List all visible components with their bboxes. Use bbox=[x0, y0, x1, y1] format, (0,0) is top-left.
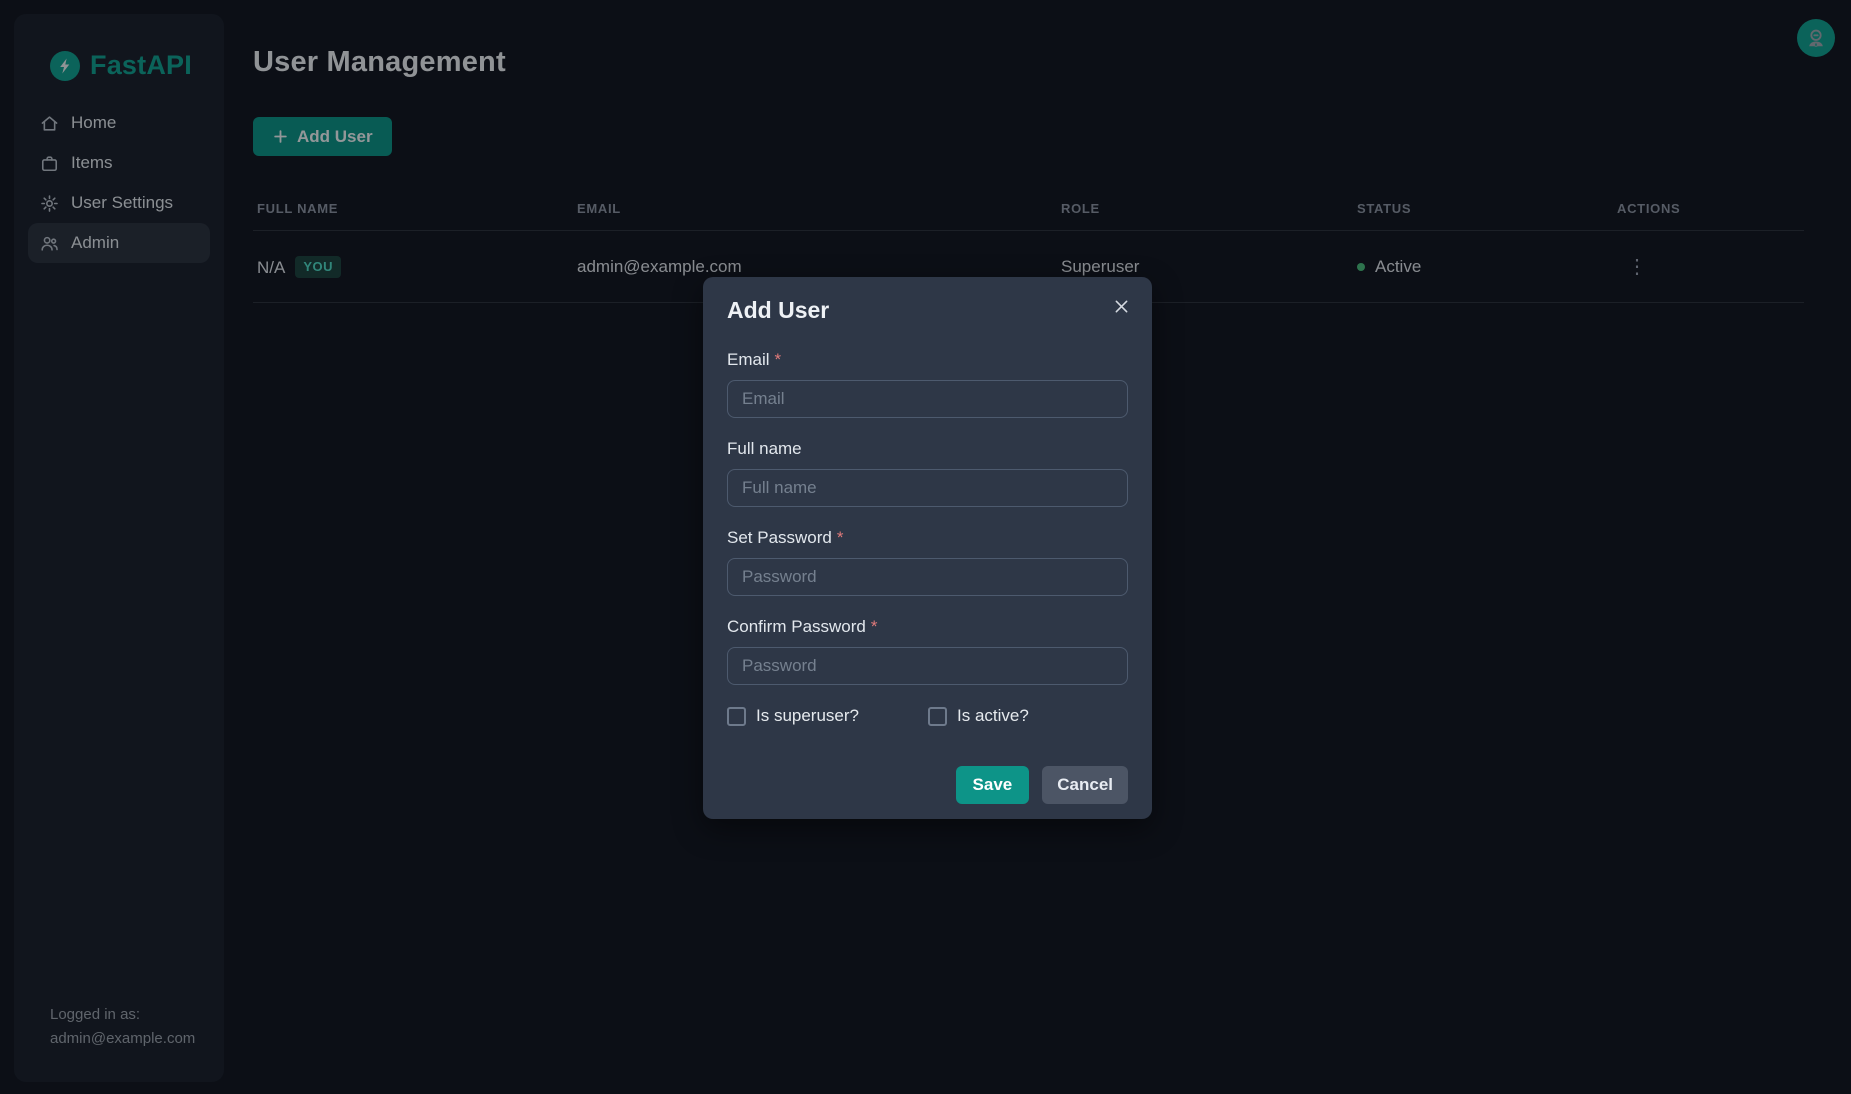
label-text: Email bbox=[727, 350, 770, 369]
email-field[interactable] bbox=[727, 380, 1128, 418]
save-button[interactable]: Save bbox=[956, 766, 1030, 804]
cancel-button[interactable]: Cancel bbox=[1042, 766, 1128, 804]
confirm-password-field-group: Confirm Password * bbox=[727, 617, 1128, 685]
close-icon bbox=[1112, 297, 1131, 316]
label-text: Set Password bbox=[727, 528, 832, 547]
is-active-checkbox[interactable]: Is active? bbox=[928, 706, 1029, 726]
email-field-label: Email * bbox=[727, 350, 1128, 370]
full-name-field[interactable] bbox=[727, 469, 1128, 507]
modal-footer: Save Cancel bbox=[727, 766, 1128, 804]
confirm-password-field[interactable] bbox=[727, 647, 1128, 685]
label-text: Full name bbox=[727, 439, 802, 458]
modal-title: Add User bbox=[727, 297, 1128, 324]
required-marker: * bbox=[871, 617, 878, 636]
is-active-label: Is active? bbox=[957, 706, 1029, 726]
confirm-password-field-label: Confirm Password * bbox=[727, 617, 1128, 637]
add-user-modal: Add User Email* Full name Set Password* … bbox=[703, 277, 1152, 819]
email-field-group: Email * bbox=[727, 350, 1128, 418]
full-name-field-group: Full name bbox=[727, 439, 1128, 507]
checkbox-icon bbox=[928, 707, 947, 726]
full-name-field-label: Full name bbox=[727, 439, 1128, 459]
checkbox-icon bbox=[727, 707, 746, 726]
set-password-field[interactable] bbox=[727, 558, 1128, 596]
checkbox-row: Is superuser? Is active? bbox=[727, 706, 1128, 726]
is-superuser-checkbox[interactable]: Is superuser? bbox=[727, 706, 928, 726]
set-password-field-label: Set Password * bbox=[727, 528, 1128, 548]
modal-close-button[interactable] bbox=[1104, 289, 1138, 323]
required-marker: * bbox=[837, 528, 844, 547]
label-text: Confirm Password bbox=[727, 617, 866, 636]
required-marker: * bbox=[775, 350, 782, 369]
is-superuser-label: Is superuser? bbox=[756, 706, 859, 726]
set-password-field-group: Set Password * bbox=[727, 528, 1128, 596]
